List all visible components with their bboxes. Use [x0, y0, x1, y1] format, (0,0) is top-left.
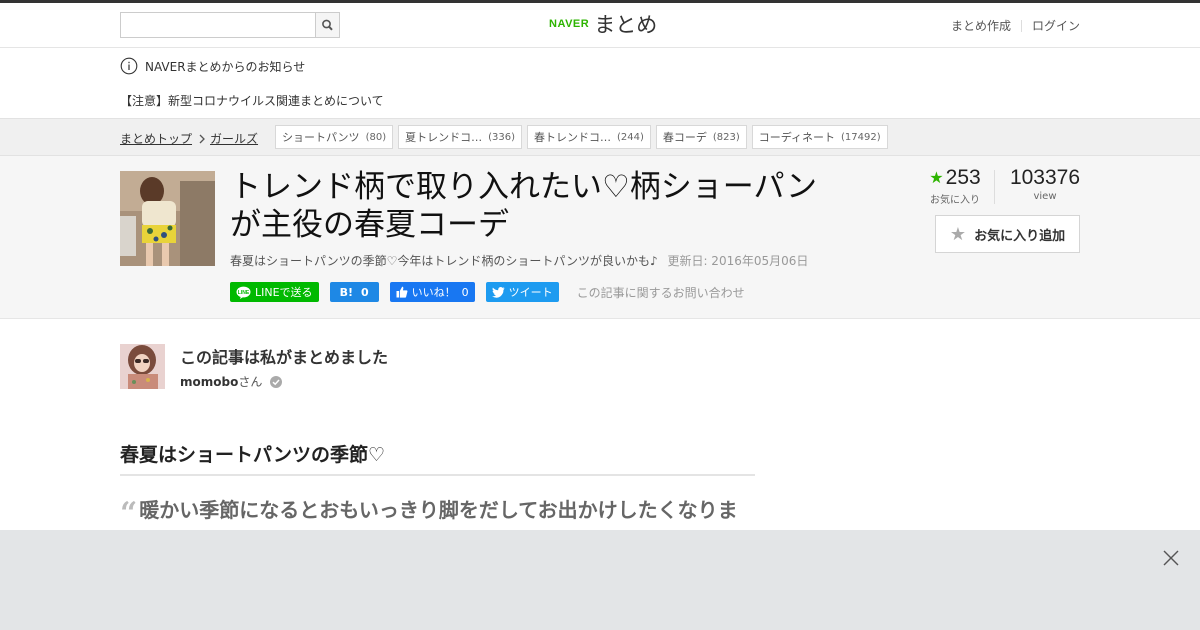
- breadcrumb: まとめトップ ガールズ: [120, 130, 258, 147]
- share-buttons: LINE LINEで送る B! 0 いいね！ 0 ツイート この記事に関するお問…: [230, 282, 745, 302]
- tag-item[interactable]: コーディネート (17492): [751, 125, 888, 149]
- logo-matome: まとめ: [594, 13, 658, 37]
- facebook-like-icon: [396, 286, 408, 298]
- search-icon: [322, 19, 333, 31]
- tag-item[interactable]: ショートパンツ (80): [275, 125, 394, 149]
- notice-title[interactable]: NAVERまとめからのお知らせ: [120, 57, 305, 75]
- facebook-like-label: いいね！: [411, 286, 456, 299]
- add-favorite-button[interactable]: ★ お気に入り追加: [935, 215, 1080, 253]
- login-link[interactable]: ログイン: [1032, 17, 1080, 34]
- notice-title-text: NAVERまとめからのお知らせ: [145, 59, 306, 74]
- divider: [1020, 19, 1022, 32]
- verified-check-icon: [270, 375, 283, 388]
- svg-text:LINE: LINE: [238, 290, 250, 296]
- tag-item[interactable]: 夏トレンドコ… (336): [398, 125, 522, 149]
- article-thumbnail[interactable]: [120, 171, 215, 266]
- close-icon[interactable]: [1161, 548, 1181, 568]
- hatena-count: 0: [360, 285, 369, 299]
- article-description: 春夏はショートパンツの季節♡今年はトレンド柄のショートパンツが良いかも♪ 更新日…: [230, 252, 808, 269]
- tag-label: 春コーデ: [662, 131, 707, 144]
- author-name[interactable]: momobo さん: [180, 373, 283, 390]
- line-share-label: LINEで送る: [255, 286, 313, 299]
- quote-mark-icon: “: [120, 496, 138, 531]
- article-stats: ★ 253 お気に入り 103376 view: [920, 166, 1083, 206]
- author-username: momobo: [180, 374, 239, 389]
- site-header: NAVER まとめ まとめ作成 ログイン: [0, 3, 1200, 48]
- star-outline-icon: ★: [949, 223, 967, 245]
- site-logo[interactable]: NAVER まとめ: [549, 9, 657, 39]
- ad-banner: [0, 530, 1200, 630]
- tag-item[interactable]: 春コーデ (823): [655, 125, 747, 149]
- notice-item-link[interactable]: 【注意】新型コロナウイルス関連まとめについて: [120, 92, 384, 109]
- author-heading: この記事は私がまとめました: [180, 348, 389, 367]
- avatar[interactable]: [120, 344, 165, 389]
- tag-list: ショートパンツ (80) 夏トレンドコ… (336) 春トレンドコ… (244)…: [275, 125, 893, 149]
- breadcrumb-top-link[interactable]: まとめトップ: [120, 130, 192, 147]
- line-share-button[interactable]: LINE LINEで送る: [230, 282, 319, 302]
- section-heading: 春夏はショートパンツの季節♡: [120, 440, 755, 476]
- updated-date: 更新日: 2016年05月06日: [667, 254, 809, 268]
- tag-label: 春トレンドコ…: [533, 131, 611, 144]
- views-count: 103376: [1009, 166, 1081, 189]
- tag-label: ショートパンツ: [282, 131, 360, 144]
- chevron-right-icon: [199, 134, 205, 143]
- tag-count: (823): [712, 131, 740, 143]
- twitter-bird-icon: [491, 286, 505, 298]
- description-text: 春夏はショートパンツの季節♡今年はトレンド柄のショートパンツが良いかも♪: [230, 254, 658, 268]
- line-icon: LINE: [236, 286, 251, 299]
- article-title: トレンド柄で取り入れたい♡柄ショーパンが主役の春夏コーデ: [230, 169, 818, 243]
- tag-label: 夏トレンドコ…: [405, 131, 483, 144]
- favorites-stat: ★ 253 お気に入り: [920, 166, 990, 206]
- tweet-label: ツイート: [508, 286, 553, 299]
- tag-label: コーディネート: [758, 131, 835, 144]
- star-icon: ★: [929, 170, 944, 187]
- author-suffix: さん: [238, 375, 263, 389]
- facebook-like-button[interactable]: いいね！ 0: [389, 282, 475, 302]
- views-stat: 103376 view: [1007, 166, 1083, 206]
- tag-count: (80): [365, 131, 387, 143]
- hatena-icon: B!: [339, 285, 353, 299]
- stats-divider: [994, 170, 995, 204]
- contact-link[interactable]: この記事に関するお問い合わせ: [577, 284, 745, 301]
- info-icon: [120, 57, 138, 75]
- search-box: [120, 12, 340, 38]
- logo-naver: NAVER: [549, 18, 590, 30]
- tag-count: (17492): [841, 131, 881, 143]
- hatena-bookmark-button[interactable]: B! 0: [329, 282, 379, 302]
- favorites-label: お気に入り: [930, 195, 980, 206]
- search-input[interactable]: [120, 12, 316, 38]
- tweet-button[interactable]: ツイート: [485, 282, 559, 302]
- tag-count: (336): [488, 131, 515, 143]
- breadcrumb-category-link[interactable]: ガールズ: [210, 130, 258, 147]
- add-favorite-label: お気に入り追加: [974, 228, 1066, 244]
- favorites-count: 253: [945, 166, 981, 189]
- facebook-like-count: 0: [461, 285, 469, 299]
- search-button[interactable]: [315, 12, 340, 38]
- views-label: view: [1033, 191, 1057, 202]
- header-links: まとめ作成 ログイン: [951, 17, 1080, 34]
- tag-count: (244): [616, 131, 644, 143]
- create-matome-link[interactable]: まとめ作成: [951, 17, 1011, 34]
- article-header: トレンド柄で取り入れたい♡柄ショーパンが主役の春夏コーデ 春夏はショートパンツの…: [0, 156, 1200, 319]
- breadcrumb-bar: まとめトップ ガールズ ショートパンツ (80) 夏トレンドコ… (336) 春…: [0, 118, 1200, 156]
- tag-item[interactable]: 春トレンドコ… (244): [526, 125, 651, 149]
